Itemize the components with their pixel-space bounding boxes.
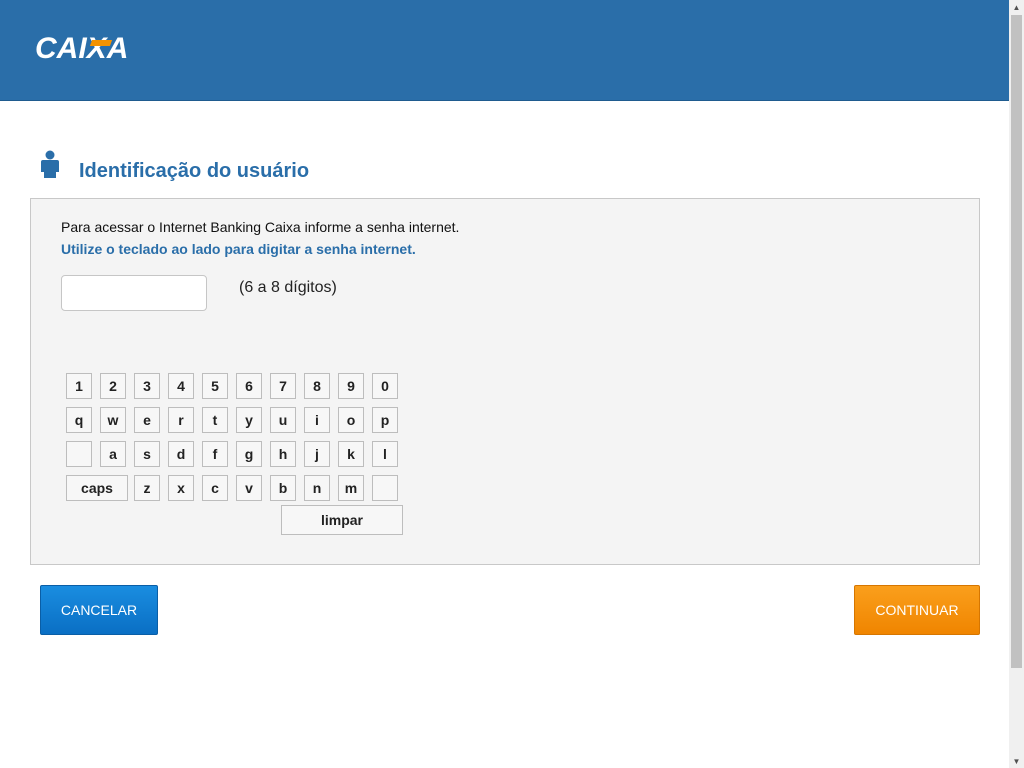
key-blank-2[interactable] (372, 475, 398, 501)
key-blank[interactable] (66, 441, 92, 467)
key-s[interactable]: s (134, 441, 160, 467)
key-u[interactable]: u (270, 407, 296, 433)
key-p[interactable]: p (372, 407, 398, 433)
scroll-up-arrow-icon[interactable]: ▲ (1009, 0, 1024, 14)
key-m[interactable]: m (338, 475, 364, 501)
key-z[interactable]: z (134, 475, 160, 501)
key-k[interactable]: k (338, 441, 364, 467)
continue-button[interactable]: CONTINUAR (854, 585, 980, 635)
instruction-text: Para acessar o Internet Banking Caixa in… (61, 219, 460, 235)
key-3[interactable]: 3 (134, 373, 160, 399)
key-n[interactable]: n (304, 475, 330, 501)
key-9[interactable]: 9 (338, 373, 364, 399)
key-5[interactable]: 5 (202, 373, 228, 399)
header: CAIXA (0, 0, 1009, 101)
key-d[interactable]: d (168, 441, 194, 467)
password-input[interactable] (61, 275, 207, 311)
key-l[interactable]: l (372, 441, 398, 467)
key-y[interactable]: y (236, 407, 262, 433)
key-8[interactable]: 8 (304, 373, 330, 399)
key-b[interactable]: b (270, 475, 296, 501)
key-q[interactable]: q (66, 407, 92, 433)
key-0[interactable]: 0 (372, 373, 398, 399)
key-h[interactable]: h (270, 441, 296, 467)
key-1[interactable]: 1 (66, 373, 92, 399)
key-r[interactable]: r (168, 407, 194, 433)
key-a[interactable]: a (100, 441, 126, 467)
keyboard-instruction: Utilize o teclado ao lado para digitar a… (61, 241, 416, 257)
key-f[interactable]: f (202, 441, 228, 467)
key-i[interactable]: i (304, 407, 330, 433)
key-w[interactable]: w (100, 407, 126, 433)
scroll-thumb[interactable] (1011, 15, 1022, 668)
key-4[interactable]: 4 (168, 373, 194, 399)
key-j[interactable]: j (304, 441, 330, 467)
key-e[interactable]: e (134, 407, 160, 433)
key-o[interactable]: o (338, 407, 364, 433)
key-t[interactable]: t (202, 407, 228, 433)
page-title: Identificação do usuário (79, 160, 310, 182)
caixa-logo: CAIXA (35, 32, 129, 65)
key-c[interactable]: c (202, 475, 228, 501)
key-g[interactable]: g (236, 441, 262, 467)
key-6[interactable]: 6 (236, 373, 262, 399)
key-x[interactable]: x (168, 475, 194, 501)
scroll-down-arrow-icon[interactable]: ▼ (1009, 754, 1024, 768)
key-7[interactable]: 7 (270, 373, 296, 399)
user-icon (41, 150, 59, 178)
key-v[interactable]: v (236, 475, 262, 501)
cancel-button[interactable]: CANCELAR (40, 585, 158, 635)
key-caps[interactable]: caps (66, 475, 128, 501)
key-2[interactable]: 2 (100, 373, 126, 399)
password-hint: (6 a 8 dígitos) (239, 279, 337, 296)
clear-button[interactable]: limpar (281, 505, 403, 535)
vertical-scrollbar[interactable]: ▲ ▼ (1009, 0, 1024, 768)
login-panel: Para acessar o Internet Banking Caixa in… (30, 198, 980, 565)
